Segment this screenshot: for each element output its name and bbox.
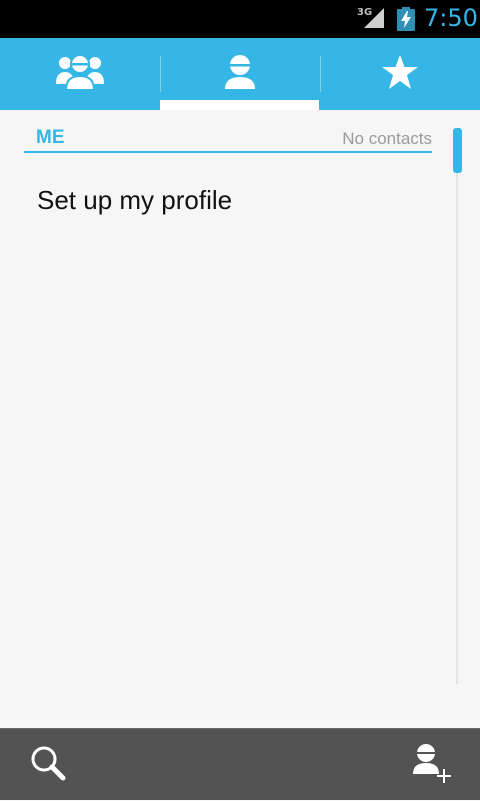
battery-charging-icon [396,7,416,36]
content-area: ME No contacts Set up my profile [0,110,480,728]
add-contact-button[interactable] [387,729,477,801]
add-contact-icon [411,742,453,789]
tab-groups[interactable] [0,38,160,110]
selected-tab-indicator [160,100,319,110]
contacts-count-label: No contacts [342,129,432,148]
section-title: ME [36,127,65,148]
scrollbar-thumb[interactable] [453,128,462,173]
clock: 7:50 [424,4,478,32]
search-icon [28,743,68,788]
setup-profile-item[interactable]: Set up my profile [24,172,434,228]
section-header: ME No contacts [24,126,432,153]
scrollbar-track [456,128,458,684]
bottom-action-bar [0,728,480,800]
groups-icon [55,52,105,97]
search-button[interactable] [3,729,93,801]
star-icon [381,54,419,95]
status-bar: 3G 7:50 [0,0,480,38]
signal-icon [360,7,386,34]
tab-bar [0,38,480,110]
tab-favorites[interactable] [320,38,480,110]
person-icon [222,53,258,96]
